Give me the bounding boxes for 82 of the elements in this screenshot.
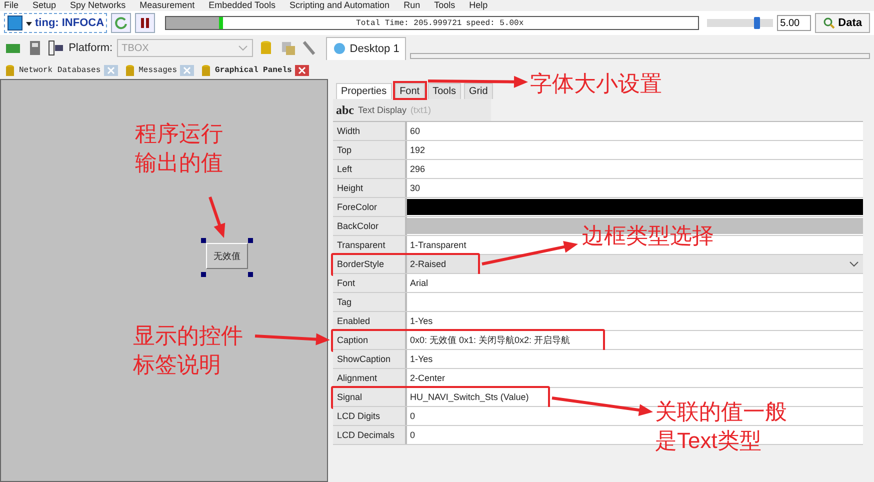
menu-item[interactable]: Embedded Tools bbox=[208, 0, 276, 11]
desktop-icon bbox=[332, 42, 346, 55]
panel-icon bbox=[124, 64, 136, 76]
object-id: (txt1) bbox=[410, 105, 432, 115]
property-name: Caption bbox=[337, 335, 368, 345]
panel-tab[interactable]: Messages bbox=[124, 64, 194, 76]
property-name: Tag bbox=[337, 297, 352, 307]
annotation-text: 程序运行输出的值 bbox=[135, 120, 224, 177]
speed-slider[interactable] bbox=[707, 15, 774, 31]
property-value[interactable]: 1-Yes bbox=[410, 354, 433, 364]
menu-item[interactable]: Spy Networks bbox=[70, 0, 126, 11]
property-value[interactable]: 0 bbox=[410, 430, 416, 440]
resize-handle[interactable] bbox=[201, 238, 206, 243]
property-value[interactable]: 192 bbox=[410, 145, 426, 155]
property-value[interactable]: 60 bbox=[410, 126, 420, 136]
menu-item[interactable]: Run bbox=[404, 0, 420, 11]
property-name: Height bbox=[337, 183, 364, 193]
menu-item[interactable]: Measurement bbox=[140, 0, 195, 11]
caret-icon bbox=[238, 44, 248, 52]
property-value[interactable]: 0 bbox=[410, 411, 416, 421]
property-value[interactable]: 1-Yes bbox=[410, 316, 433, 326]
property-name: LCD Decimals bbox=[337, 430, 395, 440]
arrow bbox=[208, 196, 226, 238]
desktop-tab[interactable]: Desktop 1 bbox=[326, 36, 406, 60]
properties-tab[interactable]: Grid bbox=[464, 83, 493, 99]
speed-input[interactable]: 5.00 bbox=[777, 15, 812, 31]
property-name: BorderStyle bbox=[337, 259, 384, 269]
properties-tab[interactable]: Font bbox=[394, 83, 425, 99]
close-icon[interactable] bbox=[294, 64, 309, 76]
timeline-bar[interactable]: Total Time: 205.999721 speed: 5.00x bbox=[165, 16, 700, 30]
property-name: Enabled bbox=[337, 316, 370, 326]
property-name: Font bbox=[337, 278, 356, 288]
caret-icon bbox=[849, 260, 859, 268]
annotation-text: 显示的控件标签说明 bbox=[133, 322, 244, 379]
property-name: LCD Digits bbox=[337, 411, 380, 421]
property-name: ForeColor bbox=[337, 202, 378, 212]
text-display-control[interactable]: 无效值 bbox=[206, 243, 248, 269]
property-name: Signal bbox=[337, 392, 362, 402]
property-name: Alignment bbox=[337, 373, 378, 383]
menu-item[interactable]: Tools bbox=[434, 0, 456, 11]
properties-tab[interactable]: Properties bbox=[336, 83, 392, 99]
highlight-frame bbox=[392, 81, 427, 100]
property-value[interactable]: Arial bbox=[410, 278, 428, 288]
property-value[interactable]: 0x0: 无效值 0x1: 关闭导航0x2: 开启导航 bbox=[410, 335, 570, 345]
property-name: Left bbox=[337, 164, 352, 174]
panel-tab[interactable]: Network Databases bbox=[4, 64, 118, 76]
text-type-icon: abc bbox=[336, 102, 354, 118]
property-value[interactable]: HU_NAVI_Switch_Sts (Value) bbox=[410, 392, 529, 402]
resize-handle[interactable] bbox=[201, 272, 206, 277]
pause-icon[interactable] bbox=[135, 13, 156, 33]
annotation-text: 关联的值一般是Text类型 bbox=[655, 398, 788, 455]
property-name: Top bbox=[337, 145, 352, 155]
panel-tab[interactable]: Graphical Panels bbox=[200, 64, 309, 76]
property-name: BackColor bbox=[337, 221, 379, 231]
configuration-name: ting: INFOCA bbox=[35, 17, 104, 29]
property-value[interactable]: 30 bbox=[410, 183, 420, 193]
property-value[interactable]: 296 bbox=[410, 164, 426, 174]
property-value[interactable]: 2-Center bbox=[410, 373, 446, 383]
menu-item[interactable]: File bbox=[4, 0, 19, 11]
annotation-text: 字体大小设置 bbox=[530, 70, 663, 98]
properties-tab[interactable]: Tools bbox=[428, 83, 461, 99]
panel-icon bbox=[4, 64, 16, 76]
menu-item[interactable]: Scripting and Automation bbox=[290, 0, 390, 11]
color-swatch[interactable] bbox=[407, 199, 863, 215]
property-name: Transparent bbox=[337, 240, 386, 250]
panel-icon bbox=[200, 64, 212, 76]
property-dropdown[interactable]: 2-Raised bbox=[407, 255, 863, 273]
data-button[interactable]: Data bbox=[815, 13, 870, 33]
resize-handle[interactable] bbox=[248, 238, 253, 243]
platform-label: Platform: bbox=[68, 42, 113, 54]
property-name: Width bbox=[337, 126, 360, 136]
total-time: Total Time: 205.999721 bbox=[356, 18, 462, 28]
object-name: Text Display bbox=[358, 105, 407, 115]
window-icon[interactable] bbox=[7, 15, 23, 31]
property-name: ShowCaption bbox=[337, 354, 391, 364]
property-value[interactable]: 1-Transparent bbox=[410, 240, 466, 250]
search-icon bbox=[823, 17, 836, 29]
annotation-text: 边框类型选择 bbox=[582, 222, 715, 250]
menu-item[interactable]: Setup bbox=[32, 0, 56, 11]
speed-readout: speed: 5.00x bbox=[466, 18, 524, 28]
resize-handle[interactable] bbox=[248, 272, 253, 277]
menu-item[interactable]: Help bbox=[469, 0, 488, 11]
